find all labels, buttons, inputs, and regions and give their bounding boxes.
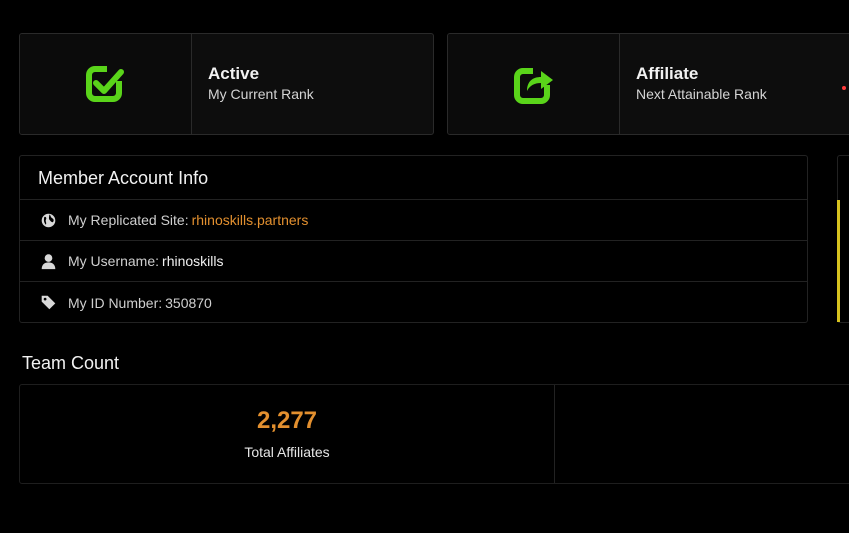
username-value: rhinoskills bbox=[162, 253, 224, 269]
next-rank-subtitle: Next Attainable Rank bbox=[636, 86, 767, 102]
replicated-site-row: My Replicated Site: rhinoskills.partners bbox=[20, 200, 807, 241]
id-number-row: My ID Number: 350870 bbox=[20, 282, 807, 323]
total-affiliates-label: Total Affiliates bbox=[244, 444, 330, 460]
id-number-value: 350870 bbox=[165, 294, 212, 311]
team-stat-empty bbox=[555, 385, 849, 483]
side-accent-bar bbox=[837, 200, 840, 322]
next-rank-icon-box bbox=[448, 34, 620, 134]
globe-icon bbox=[38, 211, 58, 229]
current-rank-icon-box bbox=[20, 34, 192, 134]
total-affiliates-value: 2,277 bbox=[256, 407, 318, 434]
username-row: My Username: rhinoskills bbox=[20, 241, 807, 282]
share-square-icon bbox=[513, 63, 555, 105]
current-rank-title: Active bbox=[208, 64, 260, 83]
rank-progress-dot bbox=[842, 86, 846, 90]
check-square-icon bbox=[85, 63, 127, 105]
member-account-info-panel: Member Account Info My Replicated Site: … bbox=[19, 155, 808, 323]
user-icon bbox=[38, 252, 58, 270]
tag-icon bbox=[38, 294, 58, 312]
next-rank-text: Affiliate Next Attainable Rank bbox=[620, 34, 767, 134]
dashboard-page: Active My Current Rank Affiliate Next At… bbox=[0, 0, 849, 533]
id-number-label: My ID Number: bbox=[68, 294, 163, 311]
username-label: My Username: bbox=[68, 253, 160, 269]
current-rank-card: Active My Current Rank bbox=[19, 33, 434, 135]
total-affiliates-stat: 2,277 Total Affiliates bbox=[20, 385, 555, 483]
replicated-site-label: My Replicated Site: bbox=[68, 212, 189, 228]
account-info-title: Member Account Info bbox=[20, 156, 807, 200]
next-rank-title: Affiliate bbox=[636, 64, 699, 83]
current-rank-subtitle: My Current Rank bbox=[208, 86, 314, 102]
team-count-title: Team Count bbox=[22, 353, 120, 373]
next-rank-card: Affiliate Next Attainable Rank bbox=[447, 33, 849, 135]
team-count-panel: 2,277 Total Affiliates bbox=[19, 384, 849, 484]
current-rank-text: Active My Current Rank bbox=[192, 34, 314, 134]
replicated-site-link[interactable]: rhinoskills.partners bbox=[192, 212, 309, 228]
